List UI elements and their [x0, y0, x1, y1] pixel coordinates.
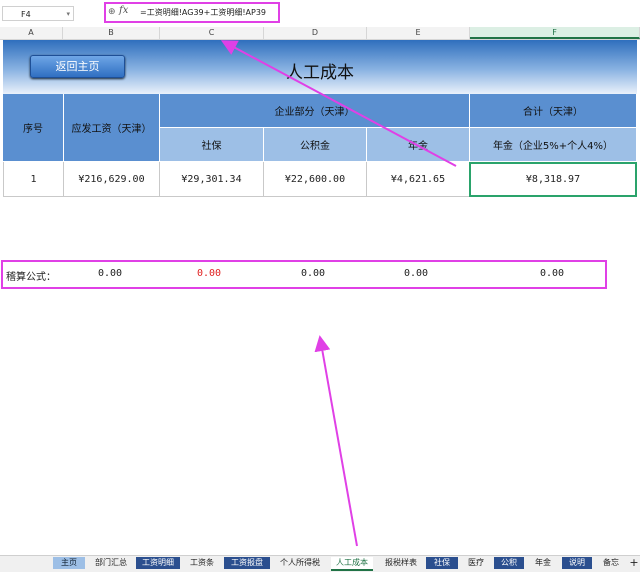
sheet-tab-memo[interactable]: 备忘: [596, 557, 626, 569]
annotation-arrows: [220, 40, 457, 547]
sheet-tab-tax-sample[interactable]: 报税样表: [380, 557, 422, 569]
arrow-to-check-row: [314, 335, 358, 547]
sheet-tab-fund[interactable]: 公积: [494, 557, 524, 569]
sheet-tab-salary-detail[interactable]: 工资明细: [136, 557, 180, 569]
sheet-tab-dept-summary[interactable]: 部门汇总: [90, 557, 132, 569]
arrow-to-formula: [220, 40, 457, 167]
sheet-tab-notes[interactable]: 说明: [562, 557, 592, 569]
sheet-tab-salary-report[interactable]: 工资报盘: [224, 557, 270, 569]
sheet-tab-income-tax[interactable]: 个人所得税: [274, 557, 326, 569]
sheet-tab-medical[interactable]: 医疗: [462, 557, 490, 569]
sheet-tab-labor-cost[interactable]: 人工成本: [331, 557, 373, 571]
sheet-tab-pension[interactable]: 年金: [528, 557, 558, 569]
sheet-tab-home[interactable]: 主页: [53, 557, 85, 569]
sheet-tab-social[interactable]: 社保: [426, 557, 458, 569]
add-sheet-icon[interactable]: +: [628, 557, 640, 569]
sheet-tab-payslip[interactable]: 工资条: [184, 557, 220, 569]
